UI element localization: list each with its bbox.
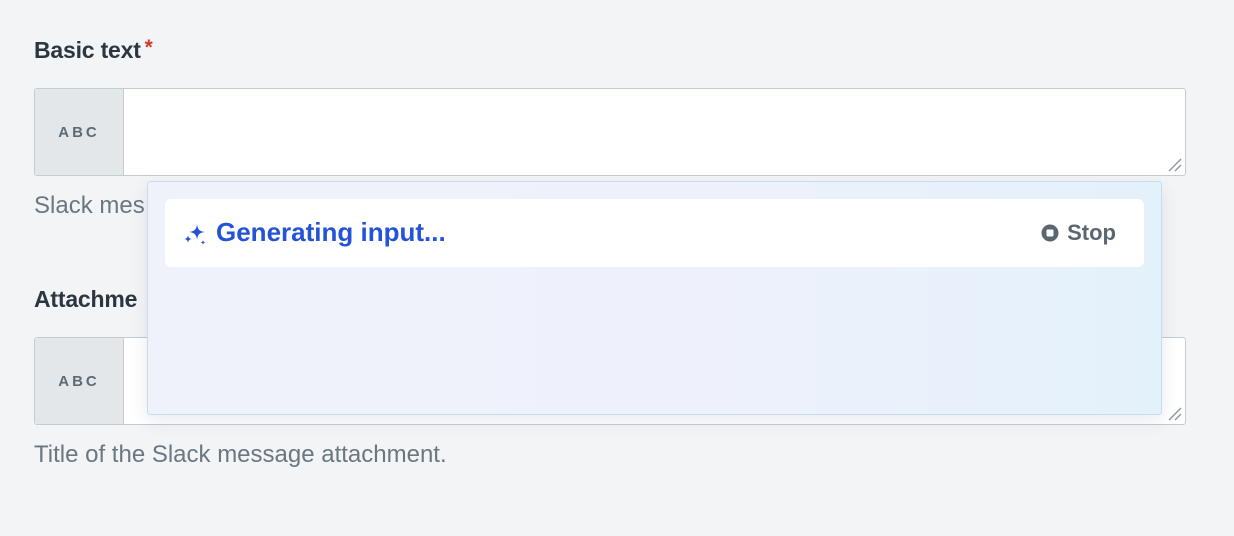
resize-handle-icon[interactable] [1166, 156, 1182, 172]
field-label: Basic text * [34, 36, 1188, 64]
basic-text-input[interactable]: ABC [34, 88, 1186, 176]
type-badge: ABC [35, 89, 124, 175]
help-text: Title of the Slack message attachment. [34, 441, 447, 468]
resize-handle-icon[interactable] [1166, 405, 1182, 421]
help-text: Slack mes [34, 192, 145, 219]
stop-button[interactable]: Stop [1041, 219, 1116, 247]
sparkle-icon [184, 224, 206, 245]
generating-status-text: Generating input... [216, 217, 446, 247]
ai-generation-popover: Generating input... Stop [147, 181, 1162, 415]
basic-text-label: Basic text [34, 37, 141, 63]
attachment-label: Attachme [34, 286, 138, 312]
generation-status-bar: Generating input... Stop [165, 199, 1144, 267]
basic-text-field: Basic text * ABC Slack mes [34, 36, 1188, 219]
stop-label: Stop [1067, 220, 1116, 245]
required-marker: * [144, 36, 153, 59]
type-badge: ABC [35, 338, 124, 424]
stop-icon [1041, 224, 1059, 242]
